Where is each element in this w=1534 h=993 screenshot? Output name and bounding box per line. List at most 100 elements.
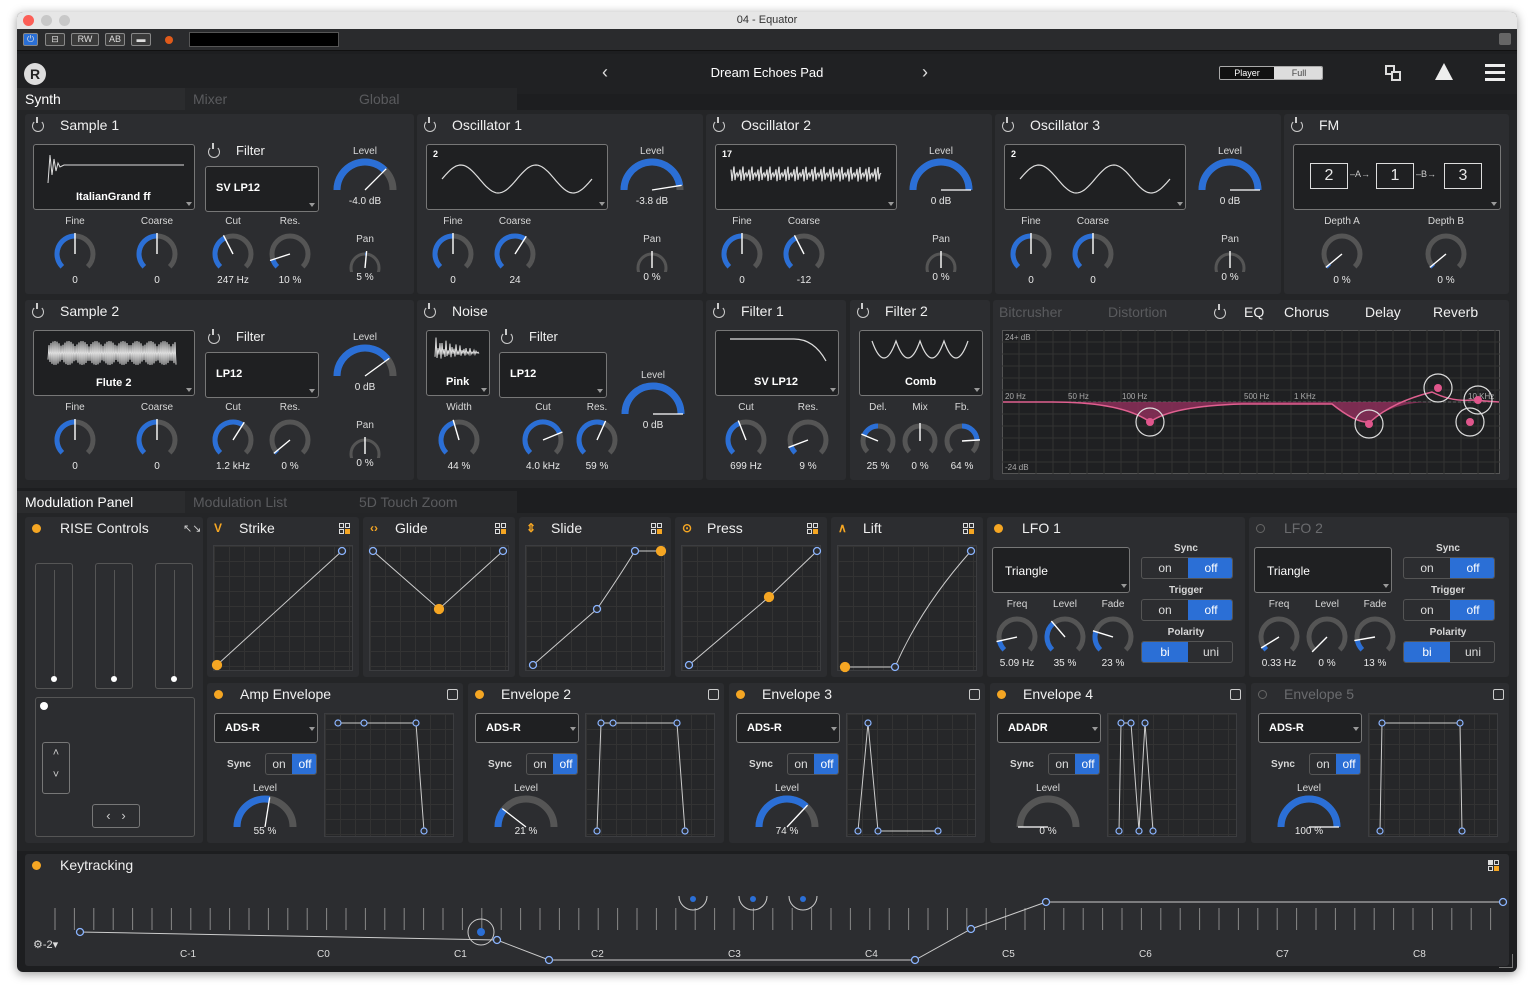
osc3-wave-display[interactable]: 2	[1004, 144, 1186, 210]
sample1-res-knob[interactable]	[266, 232, 314, 272]
press-node-1[interactable]	[763, 591, 775, 603]
lfo2-polarity-toggle[interactable]: bi uni	[1403, 641, 1495, 663]
osc2-level-knob[interactable]	[907, 158, 975, 194]
noise-power-icon[interactable]	[424, 303, 436, 318]
env3-mode-select[interactable]: ADS-R	[736, 713, 840, 743]
slide-node-3[interactable]	[655, 545, 667, 557]
eq-graph[interactable]: 24+ dB -24 dB 20 Hz 50 Hz 100 Hz 500 Hz …	[1002, 330, 1500, 474]
glide-node-0[interactable]	[368, 546, 378, 556]
lfo1-trigger-toggle[interactable]: on off	[1141, 599, 1233, 621]
lift-curve[interactable]	[831, 517, 983, 677]
osc1-coarse-knob[interactable]	[491, 232, 539, 272]
env2-node-1[interactable]	[597, 719, 605, 727]
osc1-wave-display[interactable]: 2	[426, 144, 608, 210]
osc3-coarse-knob[interactable]	[1069, 232, 1117, 272]
filter2-power-icon[interactable]	[857, 303, 869, 318]
env4-node-1[interactable]	[1117, 719, 1125, 727]
env3-sync-toggle[interactable]: on off	[787, 753, 839, 775]
tab-modulation-panel[interactable]: Modulation Panel	[17, 491, 185, 513]
sample2-filter-select[interactable]: LP12	[205, 352, 319, 398]
sample2-cut-knob[interactable]	[209, 418, 257, 458]
lfo1-freq-knob[interactable]	[993, 615, 1041, 655]
tab-delay[interactable]: Delay	[1365, 304, 1401, 320]
tab-synth[interactable]: Synth	[17, 88, 185, 110]
env5-mode-select[interactable]: ADS-R	[1258, 713, 1362, 743]
lfo1-sync-toggle[interactable]: on off	[1141, 557, 1233, 579]
sample2-fine-knob[interactable]	[51, 418, 99, 458]
slide-node-2[interactable]	[630, 546, 640, 556]
noise-level-knob[interactable]	[619, 382, 687, 418]
env4-sync-toggle[interactable]: on off	[1048, 753, 1100, 775]
sample1-power-icon[interactable]	[32, 117, 44, 132]
lfo1-sync-on-button[interactable]: on	[1142, 558, 1188, 578]
resize-window-icon[interactable]	[1385, 65, 1401, 81]
sample2-res-knob[interactable]	[266, 418, 314, 458]
close-button[interactable]	[23, 15, 34, 26]
env1-node-0[interactable]	[334, 719, 342, 727]
env2-curve[interactable]	[585, 713, 715, 837]
env1-sync-off-button[interactable]: off	[292, 754, 316, 774]
strike-node-1[interactable]	[337, 546, 347, 556]
tab-distortion[interactable]: Distortion	[1108, 304, 1167, 320]
tab-bitcrusher[interactable]: Bitcrusher	[999, 304, 1062, 320]
lfo1-trigger-off-button[interactable]: off	[1188, 600, 1232, 620]
env2-sync-off-button[interactable]: off	[553, 754, 577, 774]
key-node-4[interactable]	[966, 924, 976, 934]
env4-sync-on-button[interactable]: on	[1049, 754, 1075, 774]
env1-node-2[interactable]	[412, 719, 420, 727]
key-node-5[interactable]	[1041, 897, 1051, 907]
filter2-type-display[interactable]: Comb	[859, 330, 983, 396]
env2-node-3[interactable]	[673, 719, 681, 727]
sample1-filter-power-icon[interactable]	[208, 143, 220, 158]
filter2-mix-knob[interactable]	[900, 422, 940, 456]
lfo2-sync-on-button[interactable]: on	[1404, 558, 1450, 578]
key-node-1[interactable]	[492, 935, 502, 945]
env4-sync-off-button[interactable]: off	[1075, 754, 1099, 774]
lfo2-trigger-on-button[interactable]: on	[1404, 600, 1450, 620]
osc2-pan-knob[interactable]	[921, 246, 961, 272]
xy-pad-puck[interactable]	[40, 702, 48, 710]
osc3-power-icon[interactable]	[1002, 117, 1014, 132]
osc1-pan-knob[interactable]	[632, 246, 672, 272]
key-handle-dot-0[interactable]	[690, 896, 696, 902]
lift-node-1[interactable]	[890, 662, 900, 672]
env1-curve[interactable]	[324, 713, 454, 837]
env3-node-0[interactable]	[854, 827, 862, 835]
noise-filter-power-icon[interactable]	[501, 329, 513, 344]
xy-horizontal-arrows[interactable]: ‹ ›	[92, 804, 140, 828]
key-handle-dot-1[interactable]	[750, 896, 756, 902]
env5-node-3[interactable]	[1458, 827, 1466, 835]
rise-slider-2[interactable]	[95, 563, 133, 689]
press-node-0[interactable]	[684, 660, 694, 670]
env3-curve[interactable]	[846, 713, 976, 837]
tab-mixer[interactable]: Mixer	[185, 88, 351, 110]
osc1-power-icon[interactable]	[424, 117, 436, 132]
sample1-fine-knob[interactable]	[51, 232, 99, 272]
lfo1-polarity-toggle[interactable]: bi uni	[1141, 641, 1233, 663]
collapse-icon[interactable]	[1499, 33, 1511, 45]
xy-vertical-arrows[interactable]: ˄ ˅	[42, 742, 70, 794]
env5-expand-icon[interactable]	[1493, 689, 1504, 700]
sample2-pan-knob[interactable]	[345, 432, 385, 458]
env2-node-0[interactable]	[593, 827, 601, 835]
sample1-level-knob[interactable]	[331, 158, 399, 194]
power-icon[interactable]: ⏻	[23, 33, 38, 46]
slide-node-0[interactable]	[528, 660, 538, 670]
env1-mode-select[interactable]: ADS-R	[214, 713, 318, 743]
env3-active-dot[interactable]	[736, 690, 745, 699]
tab-reverb[interactable]: Reverb	[1433, 304, 1478, 320]
env1-sync-toggle[interactable]: on off	[265, 753, 317, 775]
lfo1-shape-select[interactable]: Triangle	[992, 547, 1130, 593]
env5-node-1[interactable]	[1378, 719, 1386, 727]
key-node-0[interactable]	[75, 927, 85, 937]
env2-active-dot[interactable]	[475, 690, 484, 699]
lift-node-2[interactable]	[966, 546, 976, 556]
sample1-pan-knob[interactable]	[345, 246, 385, 272]
noise-width-knob[interactable]	[435, 418, 483, 458]
env4-expand-icon[interactable]	[1230, 689, 1241, 700]
warning-icon[interactable]	[1435, 63, 1453, 80]
osc3-pan-knob[interactable]	[1210, 246, 1250, 272]
resize-grip-icon[interactable]	[1499, 954, 1513, 968]
env5-active-dot[interactable]	[1258, 690, 1267, 699]
osc2-fine-knob[interactable]	[718, 232, 766, 272]
